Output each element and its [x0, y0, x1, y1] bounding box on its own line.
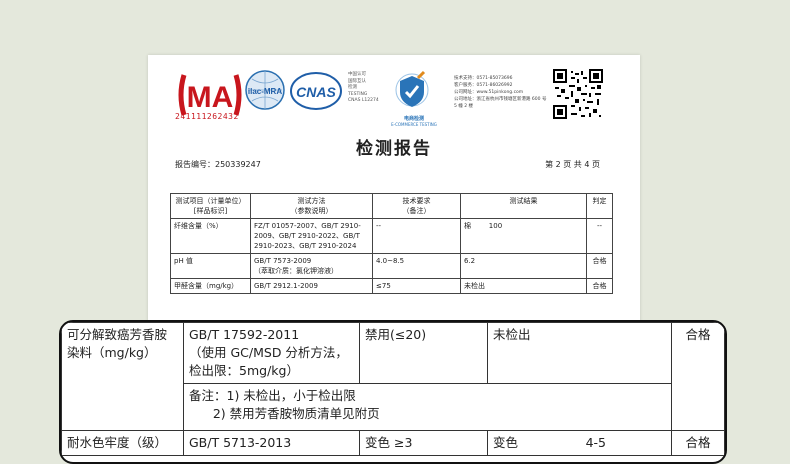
contact-info: 技术支持：0571-85073696 客户服务：0571-86026992 公司… [454, 76, 547, 109]
table-cell: 合格 [586, 278, 613, 294]
table-cell: 棉 100 [460, 218, 587, 254]
e-commerce-testing-badge-icon [395, 70, 429, 107]
result-cell: 变色 4-5 [487, 430, 672, 456]
zoomed-table-callout: 可分解致癌芳香胺染料（mg/kg） GB/T 17592-2011 （使用 GC… [59, 320, 727, 464]
table-row: 耐水色牢度（级） GB/T 5713-2013 变色 ≥3 变色 4-5 合格 [61, 430, 725, 456]
cnas-text: CNAS [296, 84, 336, 100]
note-cell: 备注：1) 未检出，小于检出限 2) 禁用芳香胺物质清单见附页 [183, 383, 672, 431]
ecommerce-label: 电商检测 E-COMMERCE TESTING [391, 116, 437, 127]
table-header-row: 测试项目（计量单位） [样品标识] 测试方法 （参数说明） 技术要求 （备注） … [170, 193, 613, 219]
table-cell: GB/T 2912.1-2009 [250, 278, 373, 294]
table-row: 可分解致癌芳香胺染料（mg/kg） GB/T 17592-2011 （使用 GC… [61, 322, 725, 431]
test-method-cell: GB/T 5713-2013 [183, 430, 360, 456]
table-cell: 4.0~8.5 [372, 253, 461, 279]
requirement-cell: 禁用(≤20) [359, 322, 488, 384]
verdict-cell: 合格 [671, 322, 725, 431]
header-cell: 测试结果 [460, 193, 587, 219]
test-item-cell: 耐水色牢度（级） [61, 430, 184, 456]
result-cell: 未检出 [487, 322, 672, 384]
header-cell: 测试方法 （参数说明） [250, 193, 373, 219]
table-cell: 纤维含量（%） [170, 218, 251, 254]
table-cell: pH 值 [170, 253, 251, 279]
table-row: 纤维含量（%） FZ/T 01057-2007、GB/T 2910-2009、G… [170, 218, 613, 254]
header-cell: 测试项目（计量单位） [样品标识] [170, 193, 251, 219]
table-row: 甲醛含量（mg/kg） GB/T 2912.1-2009 ≤75 未检出 合格 [170, 278, 613, 294]
header-cell: 技术要求 （备注） [372, 193, 461, 219]
report-title: 检测报告 [356, 139, 432, 159]
table-cell: 合格 [586, 253, 613, 279]
cma-number: 241111262432 [175, 112, 239, 121]
report-paper: MA 241111262432 ilac-MRA CNAS 中国认可 国际互认 … [148, 55, 640, 355]
verdict-cell: 合格 [671, 430, 725, 456]
page-number: 第 2 页 共 4 页 [545, 160, 600, 169]
table-cell: 6.2 [460, 253, 587, 279]
svg-text:MA: MA [187, 81, 234, 114]
table-cell: GB/T 7573-2009 （萃取介质：氯化钾溶液） [250, 253, 373, 279]
report-number: 报告编号：250339247 [175, 160, 261, 169]
zoomed-table: 可分解致癌芳香胺染料（mg/kg） GB/T 17592-2011 （使用 GC… [61, 322, 725, 456]
ilac-mra-logo-icon: ilac-MRA [245, 70, 285, 110]
requirement-cell: 变色 ≥3 [359, 430, 488, 456]
table-cell: 未检出 [460, 278, 587, 294]
header-cell: 判定 [586, 193, 613, 219]
table-cell: 甲醛含量（mg/kg） [170, 278, 251, 294]
test-item-cell: 可分解致癌芳香胺染料（mg/kg） [61, 322, 184, 431]
table-row: pH 值 GB/T 7573-2009 （萃取介质：氯化钾溶液） 4.0~8.5… [170, 253, 613, 279]
cnas-logo-icon: CNAS [290, 72, 342, 110]
table-cell: FZ/T 01057-2007、GB/T 2910-2009、GB/T 2910… [250, 218, 373, 254]
table-cell: -- [372, 218, 461, 254]
table-cell: -- [586, 218, 613, 254]
cnas-note: 中国认可 国际互认 检测 TESTING CNAS L12274 [348, 72, 379, 103]
table-cell: ≤75 [372, 278, 461, 294]
result-value: 4-5 [585, 435, 606, 450]
results-table: 测试项目（计量单位） [样品标识] 测试方法 （参数说明） 技术要求 （备注） … [170, 193, 613, 294]
ilac-text: ilac-MRA [248, 87, 282, 96]
test-method-cell: GB/T 17592-2011 （使用 GC/MSD 分析方法，检出限：5mg/… [183, 322, 360, 384]
qr-code-icon [553, 69, 603, 119]
